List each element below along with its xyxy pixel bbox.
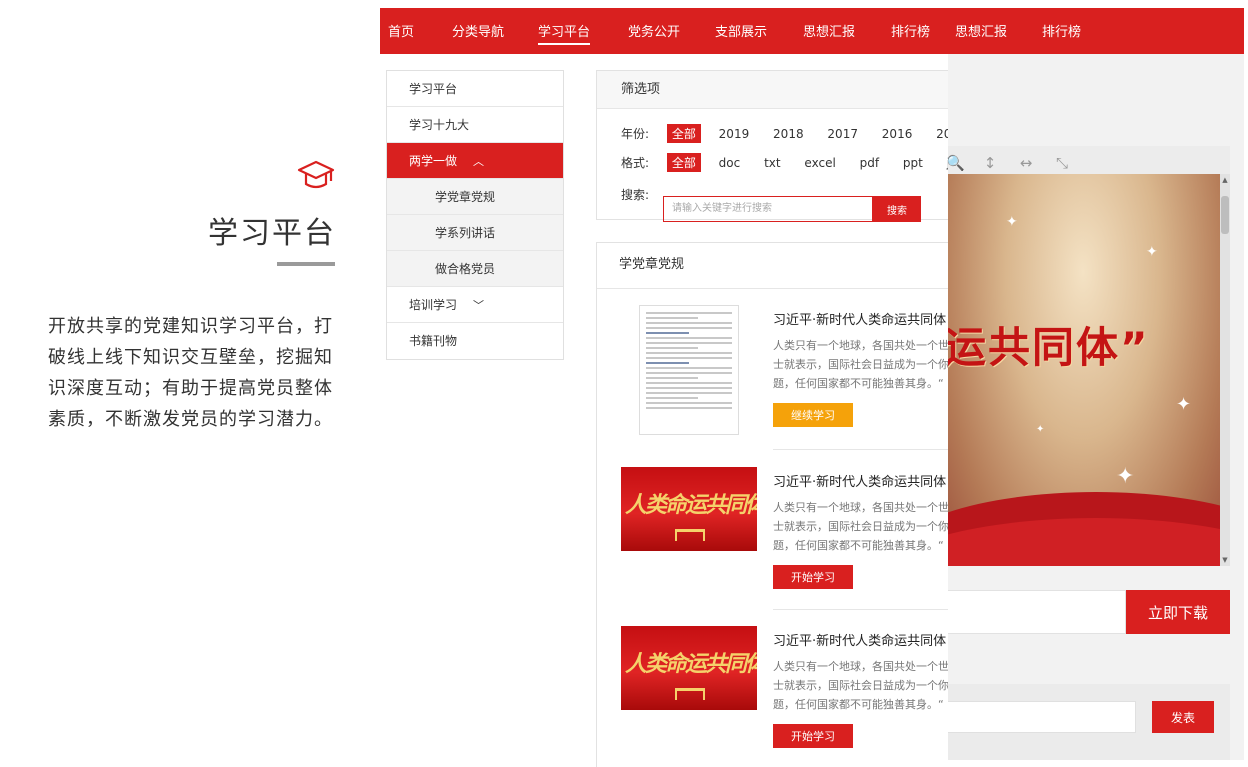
poster-thumbnail: 人类命运共同体	[621, 626, 757, 710]
list-heading: 学党章党规	[597, 243, 948, 289]
nav-item-reports-2[interactable]: 思想汇报	[955, 21, 1007, 40]
publish-button[interactable]: 发表	[1152, 701, 1214, 733]
search-input[interactable]: 请输入关键字进行搜索	[663, 196, 873, 222]
filter-heading: 筛选项	[597, 71, 948, 109]
graduation-cap-icon	[297, 160, 335, 189]
learning-platform-page: 学习平台 学习十九大 两学一做 ︿ 学党章党规 学系列讲话 做合格党员 培训学习 ﹀…	[380, 54, 948, 767]
sidebar-item-label: 学习十九大	[409, 118, 470, 132]
sidebar-item-two-studies[interactable]: 两学一做 ︿	[387, 143, 563, 179]
download-info-field	[946, 590, 1126, 634]
sidebar-item-label: 学系列讲话	[435, 226, 496, 240]
fit-width-icon[interactable]: ↔	[1018, 154, 1034, 172]
format-option-all[interactable]: 全部	[666, 153, 701, 172]
intro-description: 开放共享的党建知识学习平台，打破线上线下知识交互壁垒，挖掘知识深度互动；有助于提…	[48, 316, 333, 430]
nav-item-categories[interactable]: 分类导航	[452, 21, 504, 40]
search-label: 搜索:	[621, 188, 650, 202]
list-item[interactable]: 人类命运共同体 习近平·新时代人类命运共同体 人类只有一个地球，各国共处一个世 …	[621, 467, 948, 617]
sidebar-item-books[interactable]: 书籍刊物	[387, 323, 563, 359]
format-option[interactable]: jpg	[947, 156, 948, 170]
nav-item-party-affairs[interactable]: 党务公开	[628, 21, 680, 40]
comment-input[interactable]	[946, 701, 1136, 733]
poster-thumbnail: 人类命运共同体	[621, 467, 757, 551]
year-option-all[interactable]: 全部	[666, 124, 701, 143]
item-title[interactable]: 习近平·新时代人类命运共同体	[773, 471, 946, 490]
sidebar-item-label: 做合格党员	[435, 262, 496, 276]
search-button[interactable]: 搜索	[873, 196, 921, 222]
fullscreen-icon[interactable]: ⤡	[1054, 154, 1070, 172]
intro-title: 学习平台	[208, 216, 336, 251]
nav-item-reports[interactable]: 思想汇报	[803, 21, 855, 40]
divider	[773, 609, 948, 610]
format-filter-row: 格式: 全部 doc txt excel pdf ppt jpg	[621, 153, 948, 172]
zoom-icon[interactable]: 🔍	[946, 154, 965, 172]
sidebar-item-label: 培训学习	[409, 298, 458, 312]
item-description: 题，任何国家都不可能独善其身。“	[773, 377, 944, 390]
format-option[interactable]: doc	[719, 156, 741, 170]
viewer-scrollbar[interactable]: ▲ ▼	[1220, 174, 1230, 566]
sidebar-menu: 学习平台 学习十九大 两学一做 ︿ 学党章党规 学系列讲话 做合格党员 培训学习 ﹀…	[386, 70, 564, 360]
search-row: 搜索:	[621, 186, 663, 203]
format-label: 格式:	[621, 156, 650, 170]
sidebar-subitem-qualified-member[interactable]: 做合格党员	[387, 251, 563, 287]
sidebar-subitem-party-rules[interactable]: 学党章党规	[387, 179, 563, 215]
title-underline	[277, 262, 335, 266]
fit-height-icon[interactable]: ↕	[982, 154, 998, 172]
document-list: 学党章党规 习近平·新时代人类命运共同体 人类只有一个地球，各国共处一个世 士就…	[596, 242, 948, 767]
item-description: 士就表示，国际社会日益成为一个你	[773, 520, 948, 533]
item-description: 人类只有一个地球，各国共处一个世	[773, 501, 948, 514]
year-option[interactable]: 2015	[936, 127, 948, 141]
nav-item-branch[interactable]: 支部展示	[715, 21, 767, 40]
format-option[interactable]: txt	[764, 156, 781, 170]
year-label: 年份:	[621, 127, 650, 141]
thumbnail-calligraphy: 人类命运共同体	[625, 493, 757, 518]
item-description: 士就表示，国际社会日益成为一个你	[773, 358, 948, 371]
item-title[interactable]: 习近平·新时代人类命运共同体	[773, 309, 946, 328]
top-nav: 首页 分类导航 学习平台 党务公开 支部展示 思想汇报 排行榜 思想汇报 排行榜	[380, 8, 1244, 54]
item-description: 人类只有一个地球，各国共处一个世	[773, 339, 948, 352]
chevron-up-icon: ︿	[473, 155, 485, 168]
continue-learning-button[interactable]: 继续学习	[773, 403, 853, 427]
item-title[interactable]: 习近平·新时代人类命运共同体	[773, 630, 946, 649]
year-option[interactable]: 2019	[719, 127, 750, 141]
item-description: 士就表示，国际社会日益成为一个你	[773, 679, 948, 692]
preview-banner-text: 运共同体”	[946, 323, 1150, 372]
start-learning-button[interactable]: 开始学习	[773, 724, 853, 748]
sidebar-item-label: 书籍刊物	[409, 334, 458, 348]
sidebar-item-learning-platform[interactable]: 学习平台	[387, 71, 563, 107]
item-description: 题，任何国家都不可能独善其身。“	[773, 698, 944, 711]
nav-item-ranking-2[interactable]: 排行榜	[1042, 21, 1081, 40]
start-learning-button[interactable]: 开始学习	[773, 565, 853, 589]
nav-item-learning[interactable]: 学习平台	[538, 21, 591, 45]
nav-item-home[interactable]: 首页	[388, 21, 414, 40]
divider	[773, 449, 948, 450]
document-preview-image: ✦ ✦ ✦ ✦ ✦ ✦ 运共同体”	[946, 174, 1220, 566]
sidebar-item-label: 学党章党规	[435, 190, 496, 204]
list-item[interactable]: 习近平·新时代人类命运共同体 人类只有一个地球，各国共处一个世 士就表示，国际社…	[621, 305, 948, 455]
year-option[interactable]: 2018	[773, 127, 804, 141]
format-option[interactable]: excel	[804, 156, 835, 170]
year-option[interactable]: 2016	[882, 127, 913, 141]
sidebar-item-label: 学习平台	[409, 82, 458, 96]
sidebar-item-label: 两学一做	[409, 154, 458, 168]
item-description: 题，任何国家都不可能独善其身。“	[773, 539, 944, 552]
sidebar-item-19th-congress[interactable]: 学习十九大	[387, 107, 563, 143]
thumbnail-calligraphy: 人类命运共同体	[625, 652, 757, 677]
filter-panel: 筛选项 年份: 全部 2019 2018 2017 2016 2015 201 …	[596, 70, 948, 222]
format-option[interactable]: ppt	[903, 156, 923, 170]
intro-panel: 学习平台 开放共享的党建知识学习平台，打破线上线下知识交互壁垒，挖掘知识深度互动…	[0, 0, 380, 767]
download-button[interactable]: 立即下载	[1126, 590, 1230, 634]
nav-item-ranking[interactable]: 排行榜	[891, 21, 930, 40]
year-option[interactable]: 2017	[827, 127, 858, 141]
sidebar-item-training[interactable]: 培训学习 ﹀	[387, 287, 563, 323]
item-description: 人类只有一个地球，各国共处一个世	[773, 660, 948, 673]
list-item[interactable]: 人类命运共同体 习近平·新时代人类命运共同体 人类只有一个地球，各国共处一个世 …	[621, 626, 948, 767]
chevron-down-icon: ﹀	[473, 299, 485, 312]
document-thumbnail	[639, 305, 739, 435]
format-option[interactable]: pdf	[860, 156, 879, 170]
year-filter-row: 年份: 全部 2019 2018 2017 2016 2015 201	[621, 124, 948, 143]
sidebar-subitem-speeches[interactable]: 学系列讲话	[387, 215, 563, 251]
